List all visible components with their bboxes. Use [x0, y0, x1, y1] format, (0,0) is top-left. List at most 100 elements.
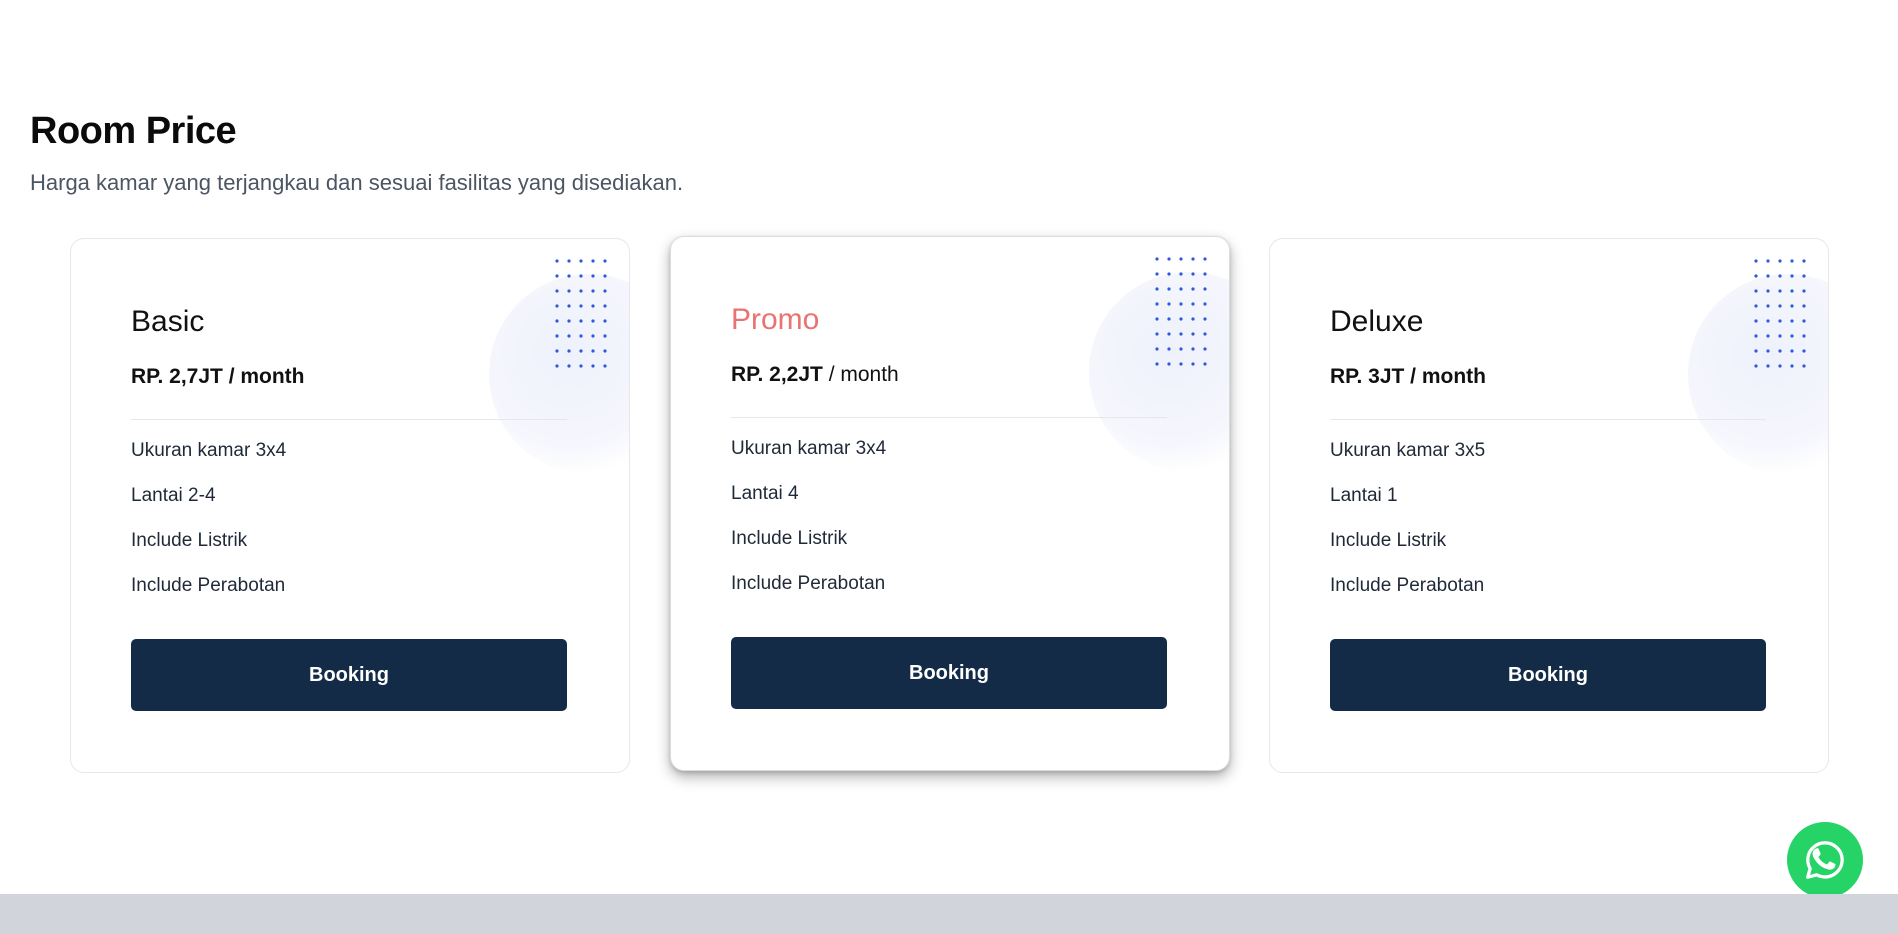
- decorative-dot: [567, 274, 571, 278]
- decorative-dot: [567, 304, 571, 308]
- decorative-dot: [591, 364, 595, 368]
- decorative-dot: [567, 319, 571, 323]
- decorative-dot: [567, 334, 571, 338]
- section-title: Room Price: [30, 110, 237, 152]
- decorative-dot: [1790, 319, 1794, 323]
- plan-price: RP. 2,2JT / month: [731, 363, 899, 387]
- decorative-dot: [603, 289, 607, 293]
- decorative-dot: [603, 274, 607, 278]
- pricing-card-deluxe: Deluxe RP. 3JT / month Ukuran kamar 3x5 …: [1269, 238, 1829, 773]
- decorative-dot: [1766, 274, 1770, 278]
- decorative-dot: [1191, 257, 1195, 261]
- decorative-dot: [1203, 317, 1207, 321]
- decorative-dot: [1766, 349, 1770, 353]
- feature-item: Ukuran kamar 3x5: [1330, 440, 1486, 461]
- decorative-dot: [1766, 334, 1770, 338]
- decorative-dot: [1167, 362, 1171, 366]
- decorative-dot: [603, 319, 607, 323]
- decorative-dot: [1778, 304, 1782, 308]
- decorative-dot: [1802, 334, 1806, 338]
- decorative-dot: [1766, 304, 1770, 308]
- decorative-dot: [1802, 349, 1806, 353]
- decorative-dot: [1802, 274, 1806, 278]
- whatsapp-button[interactable]: [1787, 822, 1863, 898]
- decorative-dot: [1790, 349, 1794, 353]
- divider: [1330, 419, 1766, 420]
- booking-button[interactable]: Booking: [131, 639, 567, 711]
- decorative-dot: [1778, 274, 1782, 278]
- decorative-dot: [1203, 257, 1207, 261]
- decorative-dot: [1179, 347, 1183, 351]
- decorative-dot: [1155, 347, 1159, 351]
- decorative-dot: [1155, 287, 1159, 291]
- price-amount: RP. 2,2JT: [731, 363, 823, 386]
- decorative-dot: [1179, 317, 1183, 321]
- decorative-dot: [1179, 257, 1183, 261]
- decorative-dot: [603, 259, 607, 263]
- feature-list: Ukuran kamar 3x5 Lantai 1 Include Listri…: [1330, 439, 1485, 619]
- divider: [131, 419, 567, 420]
- section-subtitle: Harga kamar yang terjangkau dan sesuai f…: [30, 170, 684, 195]
- decorative-dot: [1778, 334, 1782, 338]
- decorative-dot: [1167, 272, 1171, 276]
- decorative-dot: [567, 259, 571, 263]
- booking-button[interactable]: Booking: [731, 637, 1167, 709]
- decorative-dot: [1802, 364, 1806, 368]
- plan-price: RP. 2,7JT / month: [131, 365, 305, 389]
- decorative-dot: [579, 259, 583, 263]
- pricing-card-basic: Basic RP. 2,7JT / month Ukuran kamar 3x4…: [70, 238, 630, 773]
- price-amount: RP. 2,7JT: [131, 365, 223, 388]
- decorative-dot: [579, 289, 583, 293]
- decorative-dot: [603, 304, 607, 308]
- decorative-dot: [591, 259, 595, 263]
- decorative-dot: [1167, 287, 1171, 291]
- decorative-dot: [1179, 332, 1183, 336]
- decorative-dot: [1191, 362, 1195, 366]
- feature-list: Ukuran kamar 3x4 Lantai 4 Include Listri…: [731, 437, 886, 617]
- decorative-dot: [591, 334, 595, 338]
- decorative-dot: [1754, 274, 1758, 278]
- decorative-dot: [1203, 347, 1207, 351]
- dot-grid-icon: [1155, 257, 1207, 366]
- price-period: / month: [1410, 365, 1486, 388]
- decorative-dot: [1191, 272, 1195, 276]
- decorative-dot: [555, 304, 559, 308]
- decorative-dot: [567, 289, 571, 293]
- decorative-dot: [1167, 332, 1171, 336]
- decorative-dot: [1155, 302, 1159, 306]
- whatsapp-icon: [1806, 841, 1844, 879]
- price-period: / month: [828, 363, 899, 386]
- feature-item: Include Perabotan: [131, 575, 286, 596]
- decorative-dot: [1155, 317, 1159, 321]
- feature-item: Include Listrik: [731, 528, 848, 549]
- decorative-dot: [555, 319, 559, 323]
- decorative-dot: [1766, 319, 1770, 323]
- decorative-dot: [555, 349, 559, 353]
- decorative-dot: [603, 349, 607, 353]
- decorative-dot: [1790, 334, 1794, 338]
- feature-item: Include Perabotan: [1330, 575, 1485, 596]
- plan-name: Basic: [131, 305, 205, 338]
- pricing-card-promo: Promo RP. 2,2JT / month Ukuran kamar 3x4…: [670, 236, 1230, 771]
- decorative-dot: [555, 274, 559, 278]
- decorative-dot: [1754, 304, 1758, 308]
- booking-button[interactable]: Booking: [1330, 639, 1766, 711]
- decorative-dot: [579, 304, 583, 308]
- decorative-dot: [591, 304, 595, 308]
- plan-name: Deluxe: [1330, 305, 1424, 338]
- decorative-dot: [1167, 347, 1171, 351]
- decorative-dot: [1191, 332, 1195, 336]
- decorative-dot: [1778, 259, 1782, 263]
- decorative-dot: [1790, 364, 1794, 368]
- room-price-page: Room Price Harga kamar yang terjangkau d…: [0, 0, 1898, 934]
- decorative-dot: [1766, 364, 1770, 368]
- decorative-dot: [1754, 334, 1758, 338]
- decorative-dot: [1802, 304, 1806, 308]
- decorative-dot: [591, 274, 595, 278]
- decorative-dot: [1778, 289, 1782, 293]
- decorative-dot: [1191, 302, 1195, 306]
- decorative-dot: [579, 319, 583, 323]
- dot-grid-icon: [1754, 259, 1806, 368]
- decorative-dot: [579, 334, 583, 338]
- decorative-dot: [1766, 259, 1770, 263]
